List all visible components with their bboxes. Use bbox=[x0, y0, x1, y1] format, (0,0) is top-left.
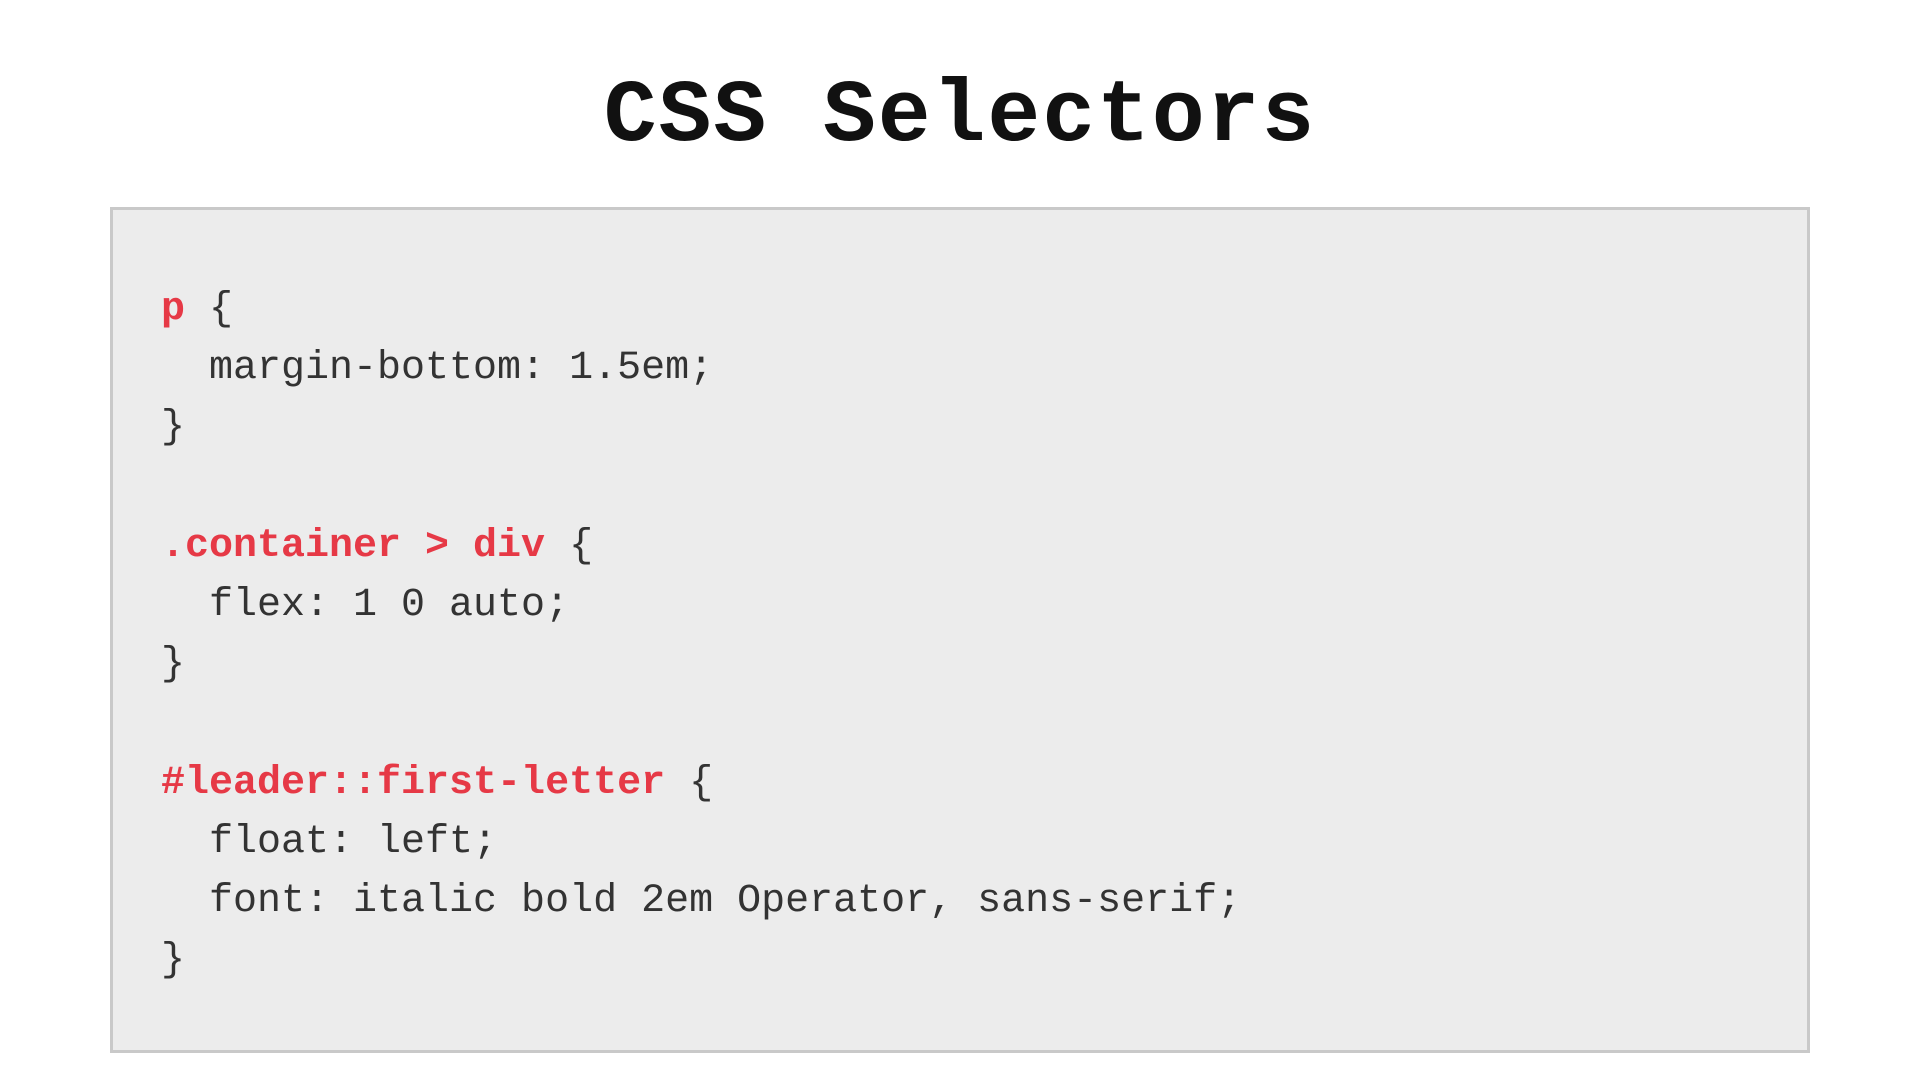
brace-open-2: { bbox=[545, 524, 593, 569]
slide: CSS Selectors p { margin-bottom: 1.5em; … bbox=[0, 0, 1920, 1080]
brace-close-1: } bbox=[161, 405, 185, 450]
decl-3-0: float: left; bbox=[161, 820, 497, 865]
decl-2-0: flex: 1 0 auto; bbox=[161, 583, 569, 628]
code-content: p { margin-bottom: 1.5em; } .container >… bbox=[161, 280, 1759, 990]
code-block: p { margin-bottom: 1.5em; } .container >… bbox=[110, 207, 1810, 1053]
brace-open-1: { bbox=[185, 287, 233, 332]
brace-close-2: } bbox=[161, 642, 185, 687]
selector-3: #leader::first-letter bbox=[161, 761, 665, 806]
decl-3-1: font: italic bold 2em Operator, sans-ser… bbox=[161, 879, 1241, 924]
selector-1: p bbox=[161, 287, 185, 332]
slide-title: CSS Selectors bbox=[0, 0, 1920, 207]
brace-open-3: { bbox=[665, 761, 713, 806]
decl-1-0: margin-bottom: 1.5em; bbox=[161, 346, 713, 391]
brace-close-3: } bbox=[161, 938, 185, 983]
selector-2: .container > div bbox=[161, 524, 545, 569]
